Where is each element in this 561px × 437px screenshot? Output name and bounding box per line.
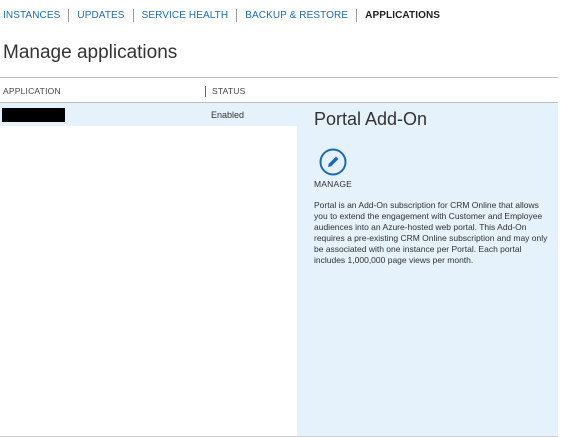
- nav-divider: [236, 8, 238, 22]
- nav-applications[interactable]: APPLICATIONS: [365, 10, 440, 21]
- manage-button[interactable]: MANAGE: [314, 148, 354, 192]
- top-nav: INSTANCES UPDATES SERVICE HEALTH BACKUP …: [3, 8, 440, 22]
- status-cell: Enabled: [211, 110, 245, 120]
- column-header-application[interactable]: APPLICATION: [3, 86, 61, 96]
- nav-updates[interactable]: UPDATES: [77, 10, 124, 21]
- pencil-icon: [319, 148, 347, 176]
- nav-service-health[interactable]: SERVICE HEALTH: [142, 10, 229, 21]
- nav-backup-restore[interactable]: BACKUP & RESTORE: [245, 10, 348, 21]
- page-title: Manage applications: [3, 42, 178, 63]
- redacted-application-name: [2, 108, 65, 122]
- detail-title: Portal Add-On: [314, 109, 428, 129]
- column-header-status[interactable]: STATUS: [205, 86, 245, 97]
- nav-divider: [132, 8, 134, 22]
- table-row[interactable]: Enabled: [0, 103, 297, 126]
- header-divider: [0, 77, 558, 78]
- addon-description: Portal is an Add-On subscription for CRM…: [314, 200, 548, 265]
- manage-label: MANAGE: [314, 179, 353, 189]
- nav-instances[interactable]: INSTANCES: [3, 10, 60, 21]
- nav-divider: [356, 8, 358, 22]
- detail-panel: Portal Add-On MANAGE Portal is an Add-On…: [297, 103, 558, 436]
- nav-divider: [68, 8, 70, 22]
